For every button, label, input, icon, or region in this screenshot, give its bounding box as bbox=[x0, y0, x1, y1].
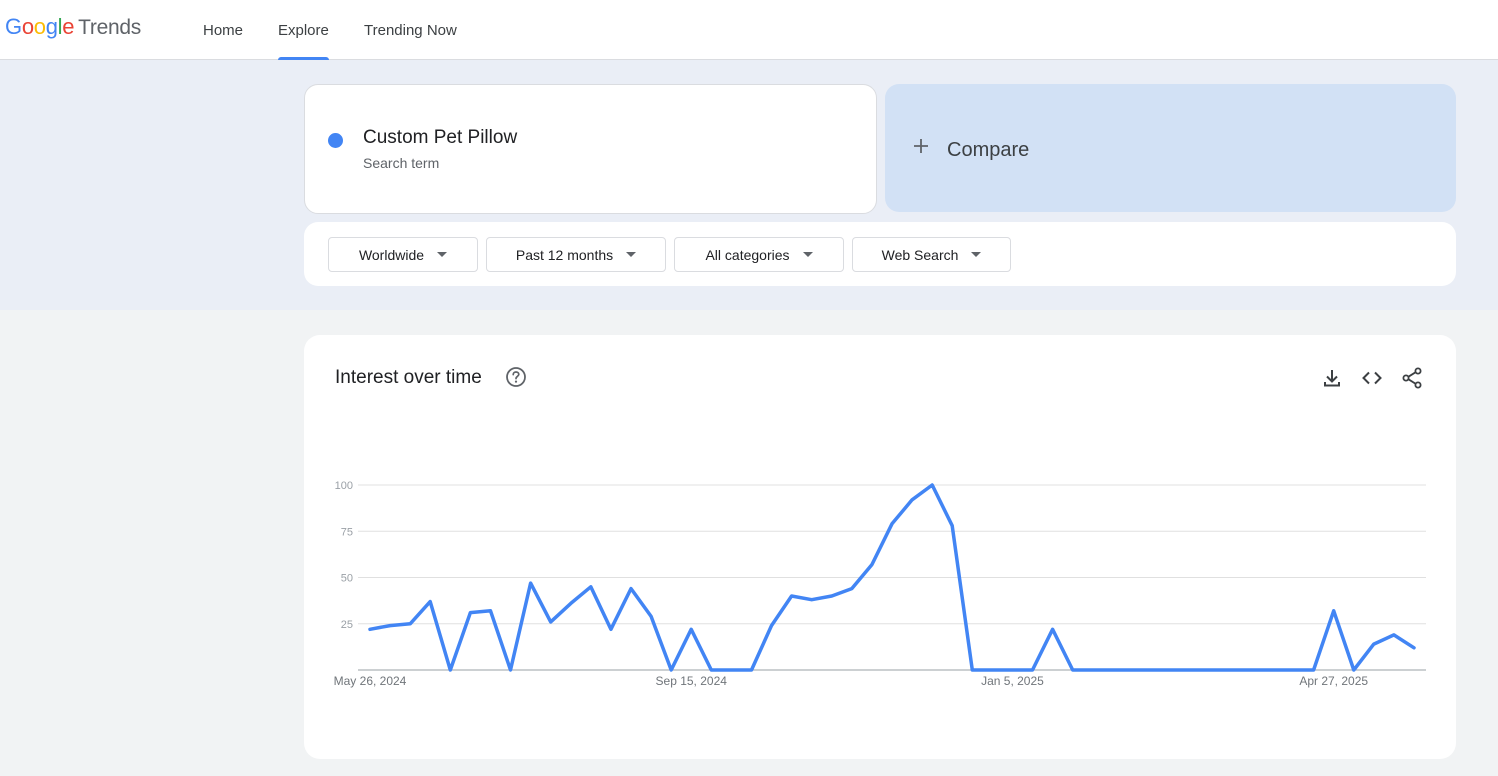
compare-label: Compare bbox=[947, 139, 1030, 161]
filter-bar: Worldwide Past 12 months All categories … bbox=[304, 222, 1456, 286]
term-color-dot bbox=[328, 133, 343, 148]
caret-down-icon bbox=[971, 252, 982, 257]
google-trends-logo[interactable]: Google Trends bbox=[5, 14, 141, 40]
compare-button[interactable]: Compare bbox=[885, 84, 1456, 212]
region-dropdown[interactable]: Worldwide bbox=[328, 237, 478, 272]
x-tick-label: May 26, 2024 bbox=[334, 674, 407, 688]
caret-down-icon bbox=[802, 252, 813, 257]
nav-explore[interactable]: Explore bbox=[278, 0, 329, 60]
search-type-dropdown[interactable]: Web Search bbox=[852, 237, 1011, 272]
y-tick-label: 100 bbox=[335, 480, 353, 492]
y-tick-label: 50 bbox=[341, 573, 353, 585]
caret-down-icon bbox=[437, 252, 448, 257]
interest-over-time-card: Interest over time 25 50 75 100 May 26, 2024… bbox=[304, 335, 1456, 759]
y-tick-label: 25 bbox=[341, 619, 353, 631]
top-bar: Google Trends Home Explore Trending Now bbox=[0, 0, 1498, 60]
x-tick-label: Jan 5, 2025 bbox=[981, 674, 1044, 688]
time-range-dropdown-label: Past 12 months bbox=[515, 246, 614, 263]
plus-icon bbox=[914, 139, 928, 153]
caret-down-icon bbox=[626, 252, 637, 257]
search-type-dropdown-label: Web Search bbox=[881, 246, 959, 263]
time-range-dropdown[interactable]: Past 12 months bbox=[486, 237, 666, 272]
nav-home[interactable]: Home bbox=[203, 0, 243, 60]
search-term-subtitle: Search term bbox=[363, 155, 440, 171]
y-tick-label: 75 bbox=[341, 526, 353, 538]
category-dropdown-label: All categories bbox=[705, 246, 790, 263]
search-term-name[interactable]: Custom Pet Pillow bbox=[363, 127, 517, 149]
x-tick-label: Sep 15, 2024 bbox=[656, 674, 728, 688]
nav-trending-now[interactable]: Trending Now bbox=[364, 0, 457, 60]
category-dropdown[interactable]: All categories bbox=[674, 237, 844, 272]
logo-trends-text: Trends bbox=[78, 16, 141, 39]
interest-line-chart: 25 50 75 100 May 26, 2024 Sep 15, 2024 Jan 5, … bbox=[334, 480, 1426, 688]
x-tick-label: Apr 27, 2025 bbox=[1299, 674, 1368, 688]
region-dropdown-label: Worldwide bbox=[358, 246, 425, 263]
search-term-card[interactable]: Custom Pet Pillow Search term bbox=[304, 84, 877, 214]
logo-google-text: Google bbox=[5, 14, 75, 39]
